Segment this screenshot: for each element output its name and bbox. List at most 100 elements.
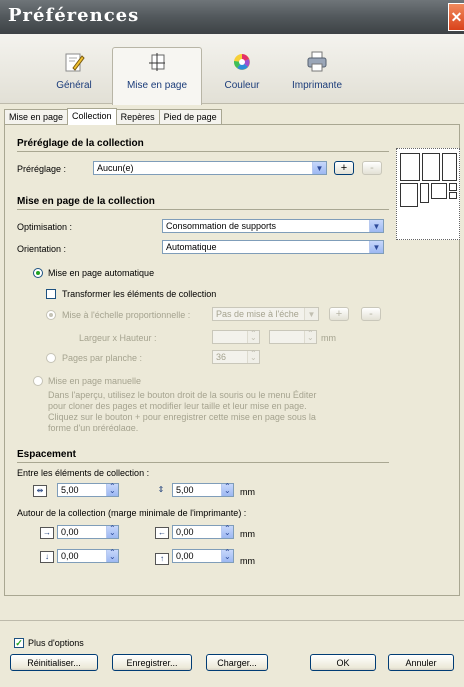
pages-per-sheet-value: 36 xyxy=(216,352,227,362)
proportional-radio[interactable] xyxy=(46,310,56,320)
spinner-arrows-icon xyxy=(221,482,233,496)
toolbar-layout-label: Mise en page xyxy=(126,80,188,91)
orientation-select[interactable]: Automatique ▼ xyxy=(162,240,384,254)
remove-preset-button[interactable]: - xyxy=(362,161,382,175)
spinner-arrows-icon xyxy=(221,524,233,538)
chevron-down-icon: ▼ xyxy=(369,220,383,232)
proportional-label: Mise à l'échelle proportionnelle : xyxy=(62,310,191,320)
cancel-button[interactable]: Annuler xyxy=(388,654,454,671)
vertical-spacing-icon: ⇕ xyxy=(157,485,165,494)
chevron-down-icon: ▼ xyxy=(312,162,326,174)
proportional-select[interactable]: Pas de mise à l'éche ▼ xyxy=(212,307,319,321)
optimisation-select[interactable]: Consommation de supports ▼ xyxy=(162,219,384,233)
preset-select[interactable]: Aucun(e) ▼ xyxy=(93,161,327,175)
ok-button[interactable]: OK xyxy=(310,654,376,671)
bottom-margin-value: 0,00 xyxy=(176,551,194,561)
top-margin-field[interactable]: 0,00 xyxy=(57,548,119,563)
preview-page xyxy=(442,153,457,181)
toolbar-printer[interactable]: Imprimante xyxy=(282,48,352,104)
manual-layout-label: Mise en page manuelle xyxy=(48,376,142,386)
preview-page xyxy=(400,183,418,207)
horizontal-spacing-field[interactable]: 5,00 xyxy=(57,482,119,497)
pages-per-sheet-label: Pages par planche : xyxy=(62,353,143,363)
chevron-down-icon: ▼ xyxy=(369,241,383,253)
crop-layout-icon xyxy=(149,53,165,71)
divider xyxy=(17,462,389,463)
preview-page xyxy=(431,183,447,199)
tab-guides[interactable]: Repères xyxy=(115,109,160,125)
preview-page xyxy=(449,183,457,191)
top-margin-icon: ↓ xyxy=(40,551,54,563)
preview-page xyxy=(420,183,429,203)
around-label: Autour de la collection (marge minimale … xyxy=(17,508,247,518)
around-unit-1: mm xyxy=(240,529,255,539)
toolbar-general[interactable]: Général xyxy=(44,48,104,104)
spacing-section-title: Espacement xyxy=(17,449,76,460)
width-height-label: Largeur x Hauteur : xyxy=(79,333,157,343)
left-margin-icon: → xyxy=(40,527,54,539)
width-field[interactable] xyxy=(212,329,260,344)
bottom-margin-field[interactable]: 0,00 xyxy=(172,548,234,563)
more-options-checkbox[interactable]: ✓ xyxy=(14,638,24,648)
manual-desc-line-3: Cliquez sur le bouton + pour enregistrer… xyxy=(48,412,316,422)
vertical-spacing-value: 5,00 xyxy=(176,485,194,495)
toolbar-general-label: Général xyxy=(56,80,92,91)
proportional-value: Pas de mise à l'éche xyxy=(216,309,299,319)
manual-desc-line-2: pour cloner des pages et modifier leur t… xyxy=(48,401,307,411)
toolbar-color[interactable]: Couleur xyxy=(212,48,272,104)
bottom-margin-icon: ↑ xyxy=(155,553,169,565)
right-margin-value: 0,00 xyxy=(176,527,194,537)
width-height-unit: mm xyxy=(321,333,336,343)
between-unit: mm xyxy=(240,487,255,497)
transform-checkbox[interactable] xyxy=(46,289,56,299)
toolbar-color-label: Couleur xyxy=(224,80,260,91)
spinner-arrows-icon xyxy=(106,482,118,496)
orientation-value: Automatique xyxy=(166,242,217,252)
preset-value: Aucun(e) xyxy=(97,163,134,173)
optimisation-value: Consommation de supports xyxy=(166,221,277,231)
add-scale-button[interactable]: + xyxy=(329,307,349,321)
layout-preview[interactable] xyxy=(396,148,460,240)
preview-page xyxy=(422,153,440,181)
pages-per-sheet-radio[interactable] xyxy=(46,353,56,363)
save-button[interactable]: Enregistrer... xyxy=(112,654,192,671)
left-margin-field[interactable]: 0,00 xyxy=(57,524,119,539)
vertical-spacing-field[interactable]: 5,00 xyxy=(172,482,234,497)
load-button[interactable]: Charger... xyxy=(206,654,268,671)
toolbar-layout[interactable]: Mise en page xyxy=(112,47,202,105)
close-button[interactable]: ✕ xyxy=(448,3,464,31)
left-margin-value: 0,00 xyxy=(61,527,79,537)
preset-label: Préréglage : xyxy=(17,164,67,174)
height-field[interactable] xyxy=(269,329,317,344)
preferences-toolbar: Général Mise en page Couleur Imprimante xyxy=(0,34,464,105)
spinner-arrows-icon xyxy=(106,548,118,562)
auto-layout-radio[interactable] xyxy=(33,268,43,278)
remove-scale-button[interactable]: - xyxy=(361,307,381,321)
divider xyxy=(17,151,389,152)
manual-layout-radio[interactable] xyxy=(33,376,43,386)
tab-footer[interactable]: Pied de page xyxy=(158,109,222,125)
spinner-arrows-icon xyxy=(221,548,233,562)
footer-divider xyxy=(0,620,464,621)
pages-per-sheet-field[interactable]: 36 xyxy=(212,349,260,364)
reset-button[interactable]: Réinitialiser... xyxy=(10,654,98,671)
optimisation-label: Optimisation : xyxy=(17,222,73,232)
preview-page xyxy=(449,192,457,199)
toolbar-printer-label: Imprimante xyxy=(291,80,342,91)
tab-collection[interactable]: Collection xyxy=(67,108,117,125)
window-title: Préférences xyxy=(8,5,140,26)
right-margin-icon: ← xyxy=(155,527,169,539)
orientation-label: Orientation : xyxy=(17,244,67,254)
preview-page xyxy=(400,153,420,181)
add-preset-button[interactable]: + xyxy=(334,161,354,175)
divider xyxy=(17,209,389,210)
spinner-arrows-icon xyxy=(247,349,259,363)
title-bar: Préférences ✕ xyxy=(0,0,464,34)
tab-bar: Mise en page Collection Repères Pied de … xyxy=(4,108,222,125)
manual-desc-line-1: Dans l'aperçu, utilisez le bouton droit … xyxy=(48,390,317,400)
horizontal-spacing-icon: ⇹ xyxy=(33,485,47,497)
color-wheel-icon xyxy=(233,54,250,70)
right-margin-field[interactable]: 0,00 xyxy=(172,524,234,539)
tab-layout[interactable]: Mise en page xyxy=(4,109,69,125)
top-margin-value: 0,00 xyxy=(61,551,79,561)
